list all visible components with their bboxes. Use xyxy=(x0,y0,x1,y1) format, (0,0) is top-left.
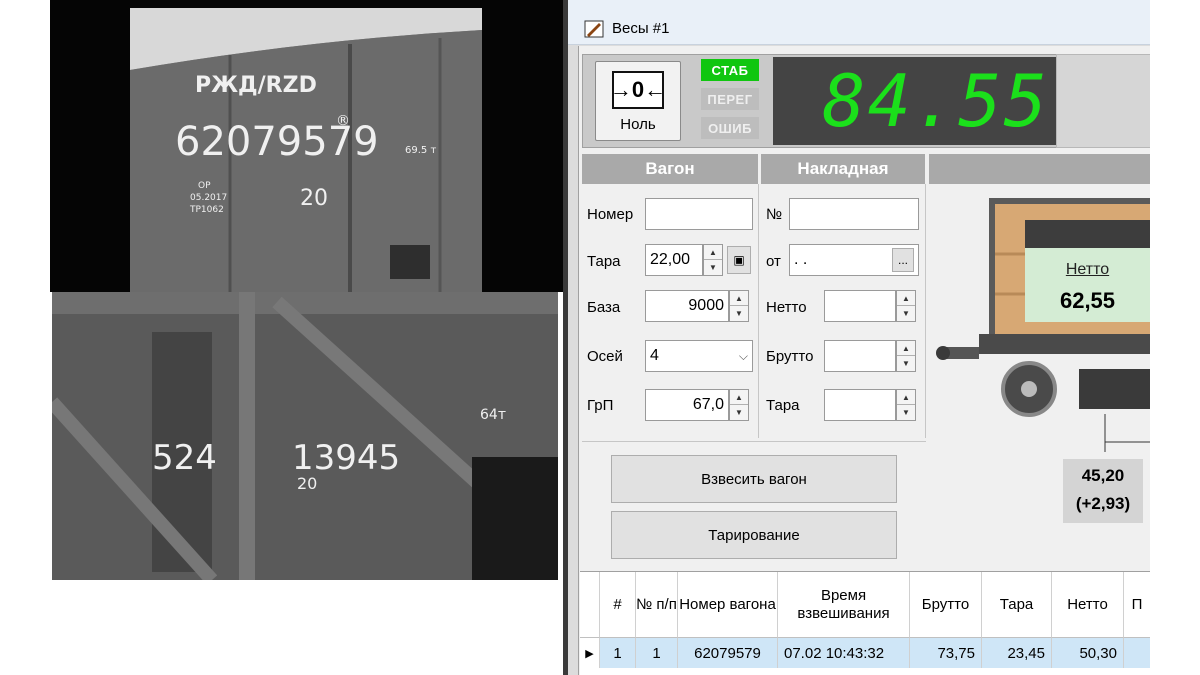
date-picker-button[interactable]: ... xyxy=(892,248,914,272)
cam2-number: 13945 xyxy=(292,438,400,478)
waybill-netto-spinner[interactable]: ▲ ▼ xyxy=(896,290,916,322)
camera-1-image: РЖД/RZD 62079579 ® ОР 05.2017 ТР1062 20 … xyxy=(130,8,482,292)
wagon-tara-spinner[interactable]: ▲ ▼ xyxy=(703,244,723,276)
waybill-netto-input[interactable] xyxy=(824,290,896,322)
weight-display-value: 84.55 xyxy=(822,59,1049,143)
row-header-column xyxy=(580,572,600,638)
tara-lookup-icon[interactable]: ▣ xyxy=(727,246,751,274)
cam2-sub: 20 xyxy=(297,474,317,493)
table-header-wagon[interactable]: Номер вагона xyxy=(678,572,778,638)
cell-pp: 1 xyxy=(636,638,678,668)
results-table: # № п/п Номер вагона Время взвешивания Б… xyxy=(580,571,1150,675)
wagon-base-label: База xyxy=(587,299,621,316)
aux-panel xyxy=(1056,54,1150,148)
waybill-from-label: от xyxy=(766,253,781,270)
zero-icon: →0← xyxy=(610,71,666,109)
wagon-number-label: Номер xyxy=(587,206,634,223)
cam2-capacity: 64т xyxy=(480,407,506,423)
cam1-stencil-1: ОР xyxy=(198,181,211,191)
wagon-diagram: Нетто 62,55 45,20 (+2,93) xyxy=(929,184,1150,569)
table-header-pp[interactable]: № п/п xyxy=(636,572,678,638)
wagon-form: Номер Тара 22,00 ▲ ▼ ▣ База 9000 ▲ ▼ Осей … xyxy=(582,184,759,438)
screen-margin xyxy=(1150,0,1200,675)
indicator-error: ОШИБ xyxy=(701,117,759,139)
wagon-grp-spinner[interactable]: ▲ ▼ xyxy=(729,389,749,421)
wagon-tara-input[interactable]: 22,00 xyxy=(645,244,703,276)
wagon-tara-label: Тара xyxy=(587,253,621,270)
cam1-capacity: 69.5 т xyxy=(405,145,436,156)
chevron-down-icon: ⌵ xyxy=(738,348,748,363)
cell-brutto: 73,75 xyxy=(910,638,982,668)
cell-wagon-number: 62079579 xyxy=(678,638,778,668)
waybill-tara-input[interactable] xyxy=(824,389,896,421)
wagon-number-input[interactable] xyxy=(645,198,753,230)
camera-view-1: РЖД/RZD 62079579 ® ОР 05.2017 ТР1062 20 … xyxy=(50,0,563,292)
indicator-stable: СТАБ xyxy=(701,59,759,81)
title-bar: Весы #1 xyxy=(568,0,1150,45)
cell-time: 07.02 10:43:32 xyxy=(778,638,910,668)
wagon-axles-label: Осей xyxy=(587,348,623,365)
wagon-grp-input[interactable]: 67,0 xyxy=(645,389,729,421)
table-header-index[interactable]: # xyxy=(600,572,636,638)
waybill-form: № от . . ... Нетто ▲ ▼ Брутто ▲ ▼ Тара ▲ ▼ xyxy=(761,184,926,438)
wagon-grp-label: ГрП xyxy=(587,397,614,414)
zero-button[interactable]: →0← Ноль xyxy=(595,61,681,141)
weight-panel: →0← Ноль СТАБ ПЕРЕГ ОШИБ 84.55 xyxy=(582,54,1064,148)
cam1-mark: РЖД/RZD xyxy=(195,73,317,98)
action-panel: Взвесить вагон Тарирование xyxy=(582,441,926,570)
camera-2-image: 524 13945 20 64т xyxy=(52,292,558,580)
cam2-prefix: 524 xyxy=(152,438,217,478)
waybill-tara-spinner[interactable]: ▲ ▼ xyxy=(896,389,916,421)
indicator-overload: ПЕРЕГ xyxy=(701,88,759,110)
wagon-section-header: Вагон xyxy=(582,154,758,184)
tare-button[interactable]: Тарирование xyxy=(611,511,897,559)
scale-app-icon xyxy=(584,20,604,38)
table-header-time[interactable]: Время взвешивания xyxy=(778,572,910,638)
camera-view-2: 524 13945 20 64т xyxy=(52,292,558,580)
table-header-brutto[interactable]: Брутто xyxy=(910,572,982,638)
wagon-base-input[interactable]: 9000 xyxy=(645,290,729,322)
weigh-wagon-button[interactable]: Взвесить вагон xyxy=(611,455,897,503)
table-header-extra[interactable]: П xyxy=(1124,572,1150,638)
diagram-section-header xyxy=(929,154,1150,184)
cell-extra xyxy=(1124,638,1150,668)
cell-tara: 23,45 xyxy=(982,638,1052,668)
diagram-label-bar xyxy=(1025,220,1150,248)
axle-load-value: 45,20 xyxy=(1081,466,1125,485)
cam1-superscript: ® xyxy=(336,113,350,129)
row-selector-icon: ▶ xyxy=(580,638,600,668)
weight-display: 84.55 xyxy=(773,57,1059,145)
waybill-brutto-input[interactable] xyxy=(824,340,896,372)
table-header-tara[interactable]: Тара xyxy=(982,572,1052,638)
axle-load-box: 45,20 (+2,93) xyxy=(1063,459,1143,523)
cell-index: 1 xyxy=(600,638,636,668)
cam1-stencil-2: 05.2017 xyxy=(190,193,227,203)
zero-label: Ноль xyxy=(620,116,656,133)
scale-window: Весы #1 →0← Ноль СТАБ ПЕРЕГ ОШИБ 84.55 В… xyxy=(568,0,1150,675)
cam1-axles: 20 xyxy=(300,186,328,211)
table-header-netto[interactable]: Нетто xyxy=(1052,572,1124,638)
netto-box: Нетто 62,55 xyxy=(1025,248,1150,322)
waybill-netto-label: Нетто xyxy=(766,299,807,316)
waybill-date-value: . . xyxy=(794,251,808,268)
waybill-tara-label: Тара xyxy=(766,397,800,414)
waybill-brutto-spinner[interactable]: ▲ ▼ xyxy=(896,340,916,372)
netto-box-label: Нетто xyxy=(1065,261,1110,278)
cam1-stencil-3: ТР1062 xyxy=(189,205,224,215)
wagon-axles-select[interactable]: 4 ⌵ xyxy=(645,340,753,372)
table-row[interactable]: ▶ 1 1 62079579 07.02 10:43:32 73,75 23,4… xyxy=(580,638,1150,668)
wagon-axles-value: 4 xyxy=(650,347,659,364)
netto-box-value: 62,55 xyxy=(1059,288,1116,313)
waybill-brutto-label: Брутто xyxy=(766,348,814,365)
waybill-no-label: № xyxy=(766,206,783,223)
wagon-base-spinner[interactable]: ▲ ▼ xyxy=(729,290,749,322)
waybill-date-input[interactable]: . . ... xyxy=(789,244,919,276)
window-title: Весы #1 xyxy=(612,20,670,37)
waybill-no-input[interactable] xyxy=(789,198,919,230)
axle-load-delta: (+2,93) xyxy=(1075,494,1131,513)
waybill-section-header: Накладная xyxy=(761,154,925,184)
cell-netto: 50,30 xyxy=(1052,638,1124,668)
